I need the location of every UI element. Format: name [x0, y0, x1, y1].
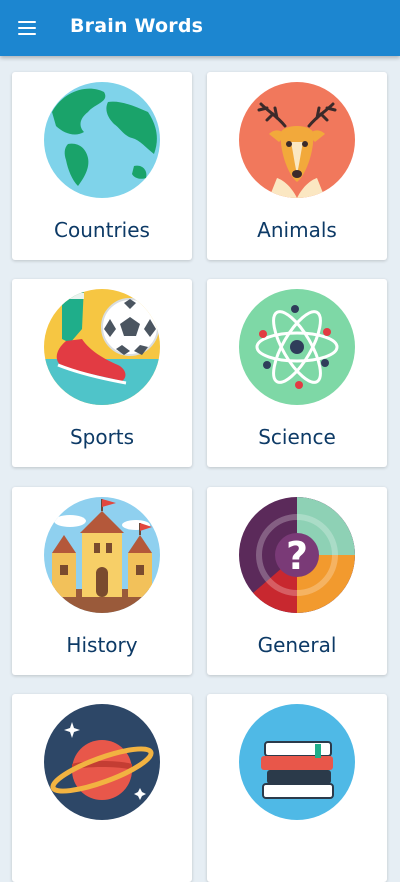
- category-card-general[interactable]: ? General: [207, 487, 387, 675]
- category-card-space[interactable]: [12, 694, 192, 882]
- category-card-science[interactable]: Science: [207, 279, 387, 467]
- castle-icon: [44, 497, 160, 613]
- category-label: History: [66, 633, 138, 657]
- soccer-icon: [44, 289, 160, 405]
- category-card-sports[interactable]: Sports: [12, 279, 192, 467]
- books-icon: [239, 704, 355, 820]
- app-bar: Brain Words: [0, 0, 400, 56]
- planet-icon: [44, 704, 160, 820]
- category-card-books[interactable]: [207, 694, 387, 882]
- globe-icon: [44, 82, 160, 198]
- atom-icon: [239, 289, 355, 405]
- category-label: General: [257, 633, 337, 657]
- app-title: Brain Words: [70, 15, 204, 37]
- category-card-countries[interactable]: Countries: [12, 72, 192, 260]
- category-label: Science: [258, 425, 336, 449]
- deer-icon: [239, 82, 355, 198]
- category-label: Countries: [54, 218, 150, 242]
- category-label: Sports: [69, 425, 135, 449]
- category-grid: Countries Animals Sports Science History…: [0, 56, 400, 882]
- question-icon: ?: [239, 497, 355, 613]
- category-card-animals[interactable]: Animals: [207, 72, 387, 260]
- svg-text:?: ?: [286, 534, 308, 578]
- category-card-history[interactable]: History: [12, 487, 192, 675]
- menu-icon[interactable]: [12, 14, 42, 42]
- category-label: Animals: [257, 218, 337, 242]
